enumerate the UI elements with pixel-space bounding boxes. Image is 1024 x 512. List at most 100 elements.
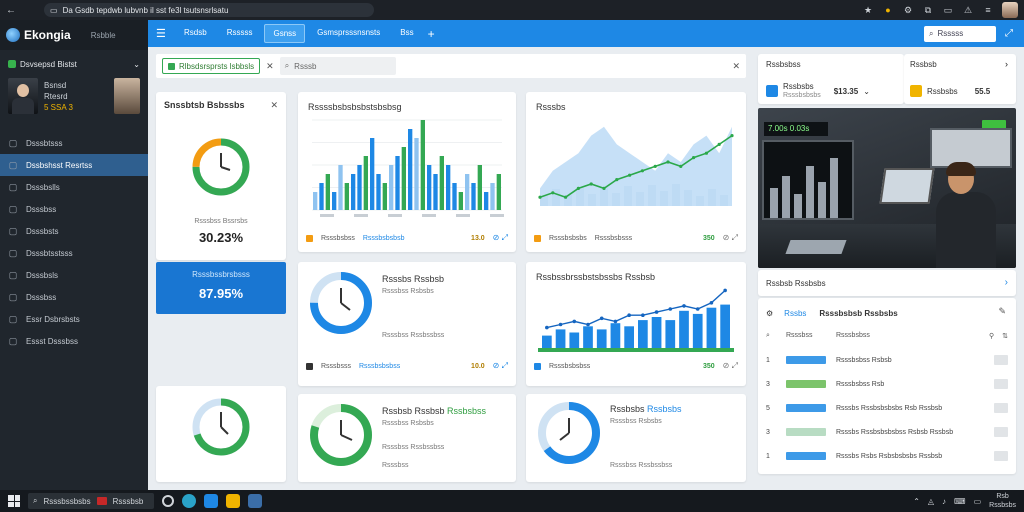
bar bbox=[496, 174, 501, 210]
edge-icon[interactable] bbox=[182, 494, 196, 508]
table-row[interactable]: 1 Rsssbsbss Rsbsb bbox=[766, 352, 1008, 368]
taskbar-search[interactable]: ⌕ Rsssbssbsbs Rsssbsb bbox=[28, 493, 154, 509]
sidebar-item[interactable]: ▢ Dsssbtsstsss bbox=[0, 242, 148, 264]
top-tab[interactable]: Gsmsprsssnsnsts bbox=[309, 24, 388, 43]
top-tab[interactable]: Gsnss bbox=[264, 24, 306, 43]
options-icon[interactable]: ⊘ ⤢ bbox=[723, 233, 738, 243]
top-search-input[interactable]: ⌕ Rsssss bbox=[924, 25, 996, 42]
kpi-card-2[interactable]: Rssbsb › Rssbsbs 55.5 bbox=[904, 54, 1016, 104]
photo-bar bbox=[782, 176, 790, 218]
filter-search-input[interactable]: ⌕ Rsssb bbox=[279, 57, 396, 75]
star-icon[interactable]: ★ bbox=[862, 5, 874, 16]
profile[interactable]: Bsnsd Rtesrd 5 SSA 3 bbox=[0, 74, 148, 118]
edit-icon[interactable]: ✎ bbox=[998, 306, 1006, 317]
network-icon[interactable]: ◬ bbox=[928, 497, 934, 506]
combo-chart bbox=[542, 288, 730, 348]
windows-start-icon[interactable] bbox=[8, 495, 20, 507]
sort-icon[interactable]: ⇅ bbox=[1002, 332, 1008, 344]
data-point bbox=[589, 182, 593, 186]
bar-chart bbox=[312, 119, 504, 217]
volume-icon[interactable]: ♪ bbox=[942, 497, 946, 506]
row-checkbox[interactable] bbox=[994, 451, 1008, 461]
chevron-right-icon[interactable]: › bbox=[1005, 59, 1008, 69]
row-checkbox[interactable] bbox=[994, 379, 1008, 389]
filter-chip[interactable]: Rlbsdsrsprsts lsbbsls bbox=[162, 58, 261, 74]
workspace-selector[interactable]: Dsvsepsd Bistst ⌄ bbox=[0, 56, 148, 72]
sidebar-item[interactable]: ▢ Dsssbtsss bbox=[0, 132, 148, 154]
close-icon[interactable]: ✕ bbox=[270, 100, 278, 111]
bar bbox=[414, 138, 419, 210]
menu-icon[interactable]: ≡ bbox=[982, 5, 994, 15]
document-icon: ▢ bbox=[8, 225, 18, 236]
sidebar-item[interactable]: ▢ Dsssbss bbox=[0, 286, 148, 308]
sidebar-item-label: Dsssbsts bbox=[26, 226, 59, 236]
warning-icon[interactable]: ⚠ bbox=[962, 5, 974, 16]
bar bbox=[679, 310, 689, 348]
settings-icon[interactable]: ⚙ bbox=[766, 309, 773, 318]
add-tab-icon[interactable]: + bbox=[428, 27, 435, 41]
app-window-icon[interactable] bbox=[248, 494, 262, 508]
sidebar-item-label: Dsssbss bbox=[26, 292, 57, 302]
close-icon[interactable]: ✕ bbox=[732, 61, 740, 72]
bar bbox=[382, 183, 387, 210]
sidebar-item[interactable]: ▢ Dsssbsls bbox=[0, 264, 148, 286]
data-point bbox=[692, 156, 696, 160]
keyboard-icon[interactable]: ⌨ bbox=[954, 497, 966, 506]
window-icon[interactable]: ▭ bbox=[942, 5, 954, 16]
brand[interactable]: Ekongia Rsbble bbox=[0, 20, 148, 50]
table-toolbar-label[interactable]: Rssbs bbox=[784, 309, 806, 318]
ring-card-3: Rssbsbs Rssbsbs Rsssbss Rsbsbs Rsssbss R… bbox=[526, 394, 746, 482]
extensions-icon[interactable]: ⧉ bbox=[922, 5, 934, 16]
bar bbox=[325, 174, 330, 210]
sidebar-item[interactable]: ▢ Dsssbss bbox=[0, 198, 148, 220]
task-view-icon[interactable] bbox=[162, 495, 174, 507]
chevron-up-icon[interactable]: ⌃ bbox=[913, 497, 920, 506]
share-icon[interactable]: ⊘ ⤢ bbox=[493, 233, 508, 243]
legend-label: Rsssbsss bbox=[321, 362, 351, 370]
highlight-card[interactable]: Rsssbssbrsbsss 87.95% bbox=[156, 262, 286, 314]
top-tab[interactable]: Rsssss bbox=[219, 24, 261, 43]
table-row[interactable]: 3 Rsssbsbss Rsb bbox=[766, 376, 1008, 392]
row-rank: 3 bbox=[766, 380, 770, 388]
back-icon[interactable]: ← bbox=[6, 5, 16, 16]
sidebar-item[interactable]: ▢ Dsssbsts bbox=[0, 220, 148, 242]
close-icon[interactable]: ✕ bbox=[266, 61, 274, 72]
top-tab[interactable]: Bss bbox=[392, 24, 421, 43]
table-row[interactable]: 3 Rsssbs Rssbsbsbsbss Rsbsb Rssbsb bbox=[766, 424, 1008, 440]
chevron-right-icon[interactable]: › bbox=[1005, 277, 1008, 288]
top-tab[interactable]: Rsdsb bbox=[176, 24, 215, 43]
sidebar-item[interactable]: ▢ Essr Dsbrsbsts bbox=[0, 308, 148, 330]
list-icon: ▢ bbox=[8, 269, 18, 280]
options-icon[interactable]: ⊘ ⤢ bbox=[723, 361, 738, 371]
area-chart bbox=[538, 126, 734, 206]
sidebar-item[interactable]: ▢ Dsssbslls bbox=[0, 176, 148, 198]
gold-coin-icon[interactable]: ● bbox=[882, 5, 894, 15]
row-checkbox[interactable] bbox=[994, 403, 1008, 413]
legend-label: Rsssbsbss bbox=[321, 234, 355, 242]
taskbar-clock[interactable]: Rsb Rssbsbs bbox=[989, 492, 1016, 510]
browser-icon[interactable] bbox=[204, 494, 218, 508]
table-row[interactable]: 1 Rsssbs Rsbs Rsbsbsbsbs Rssbsb bbox=[766, 448, 1008, 464]
table-row[interactable]: 5 Rsssbs Rssbsbsbsbs Rsb Rssbsb bbox=[766, 400, 1008, 416]
route-icon: ▢ bbox=[8, 291, 18, 302]
dollar-icon bbox=[766, 85, 778, 97]
notification-icon[interactable]: ▭ bbox=[974, 497, 982, 506]
sidebar-item[interactable]: ▢ Dssbshsst Resrtss bbox=[0, 154, 148, 176]
row-checkbox[interactable] bbox=[994, 427, 1008, 437]
kpi-card-1[interactable]: Rssbsbss Rssbsbs Rsssbsbsbs $13.35 ⌄ bbox=[758, 54, 904, 104]
clock-hand bbox=[340, 302, 351, 311]
hamburger-icon[interactable]: ☰ bbox=[156, 27, 170, 40]
folder-icon[interactable] bbox=[226, 494, 240, 508]
section-header[interactable]: Rssbsb Rssbsbs › bbox=[758, 270, 1016, 296]
gear-icon[interactable]: ⚙ bbox=[902, 5, 914, 16]
x-tick-label bbox=[490, 214, 504, 217]
fullscreen-icon[interactable]: ⤢ bbox=[1002, 28, 1016, 39]
share-icon[interactable]: ⊘ ⤢ bbox=[493, 361, 508, 371]
address-bar[interactable]: ▭ Da Gsdb tepdwb lubvnb il sst fe3l tsut… bbox=[44, 3, 374, 17]
bar bbox=[395, 156, 400, 210]
filter-icon[interactable]: ⚲ bbox=[989, 332, 994, 344]
row-checkbox[interactable] bbox=[994, 355, 1008, 365]
browser-avatar[interactable] bbox=[1002, 2, 1018, 18]
sidebar-item[interactable]: ▢ Essst Dsssbss bbox=[0, 330, 148, 352]
avatar bbox=[8, 78, 38, 114]
